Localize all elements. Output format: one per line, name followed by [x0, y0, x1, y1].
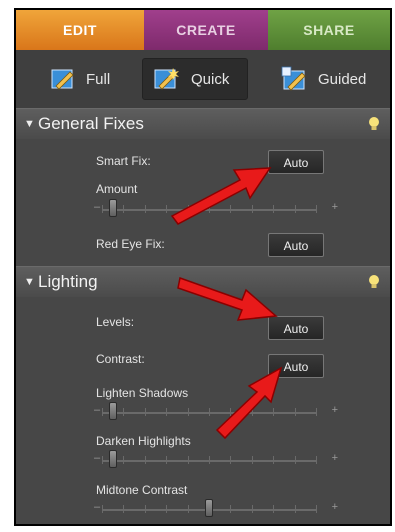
slider-tick — [251, 205, 253, 213]
slider-tick — [166, 408, 168, 416]
top-tabs: EDIT CREATE SHARE — [16, 10, 390, 50]
slider-tick — [102, 408, 103, 416]
slider-minus: – — [94, 501, 101, 513]
red-eye-fix-auto-button[interactable]: Auto — [268, 233, 324, 257]
general-fixes-title: General Fixes — [38, 114, 144, 133]
mode-full-button[interactable]: Full — [50, 58, 110, 100]
mode-guided-button[interactable]: Guided — [280, 58, 366, 100]
slider-tick — [230, 205, 232, 213]
slider-plus: + — [331, 201, 338, 213]
slider-tick — [144, 456, 146, 464]
slider-tick — [294, 505, 296, 513]
tab-edit[interactable]: EDIT — [16, 10, 144, 50]
lightbulb-tip-icon[interactable] — [368, 116, 380, 132]
slider-tick — [294, 408, 296, 416]
slider-tick — [166, 456, 168, 464]
amount-label: Amount — [96, 182, 138, 196]
mode-full-label: Full — [86, 70, 111, 88]
slider-ticks — [102, 408, 317, 416]
edit-mode-bar: Full Quick Guided — [16, 50, 390, 109]
slider-tick — [251, 408, 253, 416]
slider-tick — [123, 408, 125, 416]
slider-tick — [251, 456, 253, 464]
slider-tick — [251, 505, 253, 513]
general-fixes-body: Smart Fix: Auto Amount – + Red Eye Fix: … — [16, 139, 390, 266]
slider-tick — [230, 456, 232, 464]
darken-highlights-slider[interactable]: – + — [94, 450, 338, 468]
quick-fix-icon — [154, 68, 179, 90]
slider-plus: + — [331, 452, 338, 464]
slider-tick — [273, 205, 275, 213]
lighting-body: Levels: Auto Contrast: Auto Lighten Shad… — [16, 297, 390, 524]
contrast-auto-button[interactable]: Auto — [268, 354, 324, 378]
darken-highlights-slider-thumb[interactable] — [108, 450, 117, 468]
slider-plus: + — [331, 501, 338, 513]
slider-tick — [144, 408, 146, 416]
general-fixes-header[interactable]: ▼ General Fixes — [16, 108, 390, 140]
levels-auto-button[interactable]: Auto — [268, 316, 324, 340]
slider-tick — [187, 505, 189, 513]
slider-tick — [294, 205, 296, 213]
lighting-header[interactable]: ▼ Lighting — [16, 266, 390, 298]
slider-minus: – — [94, 201, 101, 213]
slider-tick — [166, 205, 168, 213]
lighting-title: Lighting — [38, 272, 98, 291]
slider-tick — [316, 205, 317, 213]
slider-tick — [187, 205, 189, 213]
midtone-contrast-label: Midtone Contrast — [96, 483, 188, 497]
lighten-shadows-label: Lighten Shadows — [96, 386, 189, 400]
midtone-contrast-slider[interactable]: – + — [94, 499, 338, 517]
edit-panel: EDIT CREATE SHARE Full Quick Guided ▼ Ge… — [14, 8, 392, 526]
mode-quick-label: Quick — [191, 70, 230, 88]
slider-tick — [144, 505, 146, 513]
tab-share[interactable]: SHARE — [268, 10, 390, 50]
slider-tick — [230, 408, 232, 416]
slider-tick — [209, 456, 210, 464]
slider-tick — [294, 456, 296, 464]
slider-tick — [316, 505, 317, 513]
midtone-contrast-slider-thumb[interactable] — [205, 499, 213, 517]
slider-tick — [273, 408, 275, 416]
slider-tick — [144, 205, 146, 213]
levels-label: Levels: — [96, 315, 135, 329]
slider-tick — [273, 456, 275, 464]
slider-minus: – — [94, 452, 101, 464]
lighten-shadows-slider[interactable]: – + — [94, 402, 338, 420]
slider-tick — [102, 456, 103, 464]
smart-fix-label: Smart Fix: — [96, 154, 151, 168]
slider-plus: + — [331, 404, 338, 416]
full-edit-icon — [51, 69, 74, 90]
slider-tick — [316, 408, 317, 416]
slider-tick — [187, 456, 189, 464]
slider-tick — [102, 205, 103, 213]
slider-tick — [187, 408, 189, 416]
lighten-shadows-slider-thumb[interactable] — [108, 402, 117, 420]
slider-tick — [123, 205, 125, 213]
darken-highlights-label: Darken Highlights — [96, 434, 191, 448]
slider-tick — [102, 505, 103, 513]
slider-tick — [230, 505, 232, 513]
collapse-triangle-icon[interactable]: ▼ — [24, 109, 35, 139]
collapse-triangle-icon[interactable]: ▼ — [24, 267, 35, 297]
contrast-label: Contrast: — [96, 352, 145, 366]
smart-fix-auto-button[interactable]: Auto — [268, 150, 324, 174]
slider-tick — [166, 505, 168, 513]
amount-slider[interactable]: – + — [94, 199, 338, 217]
guided-edit-icon — [281, 66, 306, 91]
slider-tick — [273, 505, 275, 513]
slider-ticks — [102, 205, 317, 213]
slider-tick — [123, 505, 125, 513]
slider-minus: – — [94, 404, 101, 416]
slider-ticks — [102, 456, 317, 464]
slider-tick — [316, 456, 317, 464]
tab-create[interactable]: CREATE — [144, 10, 268, 50]
mode-quick-button[interactable]: Quick — [142, 58, 248, 100]
slider-tick — [123, 456, 125, 464]
amount-slider-thumb[interactable] — [108, 199, 117, 217]
mode-guided-label: Guided — [318, 70, 367, 88]
slider-tick — [209, 205, 210, 213]
slider-tick — [209, 408, 210, 416]
lightbulb-tip-icon[interactable] — [368, 274, 380, 290]
red-eye-fix-label: Red Eye Fix: — [96, 237, 165, 251]
